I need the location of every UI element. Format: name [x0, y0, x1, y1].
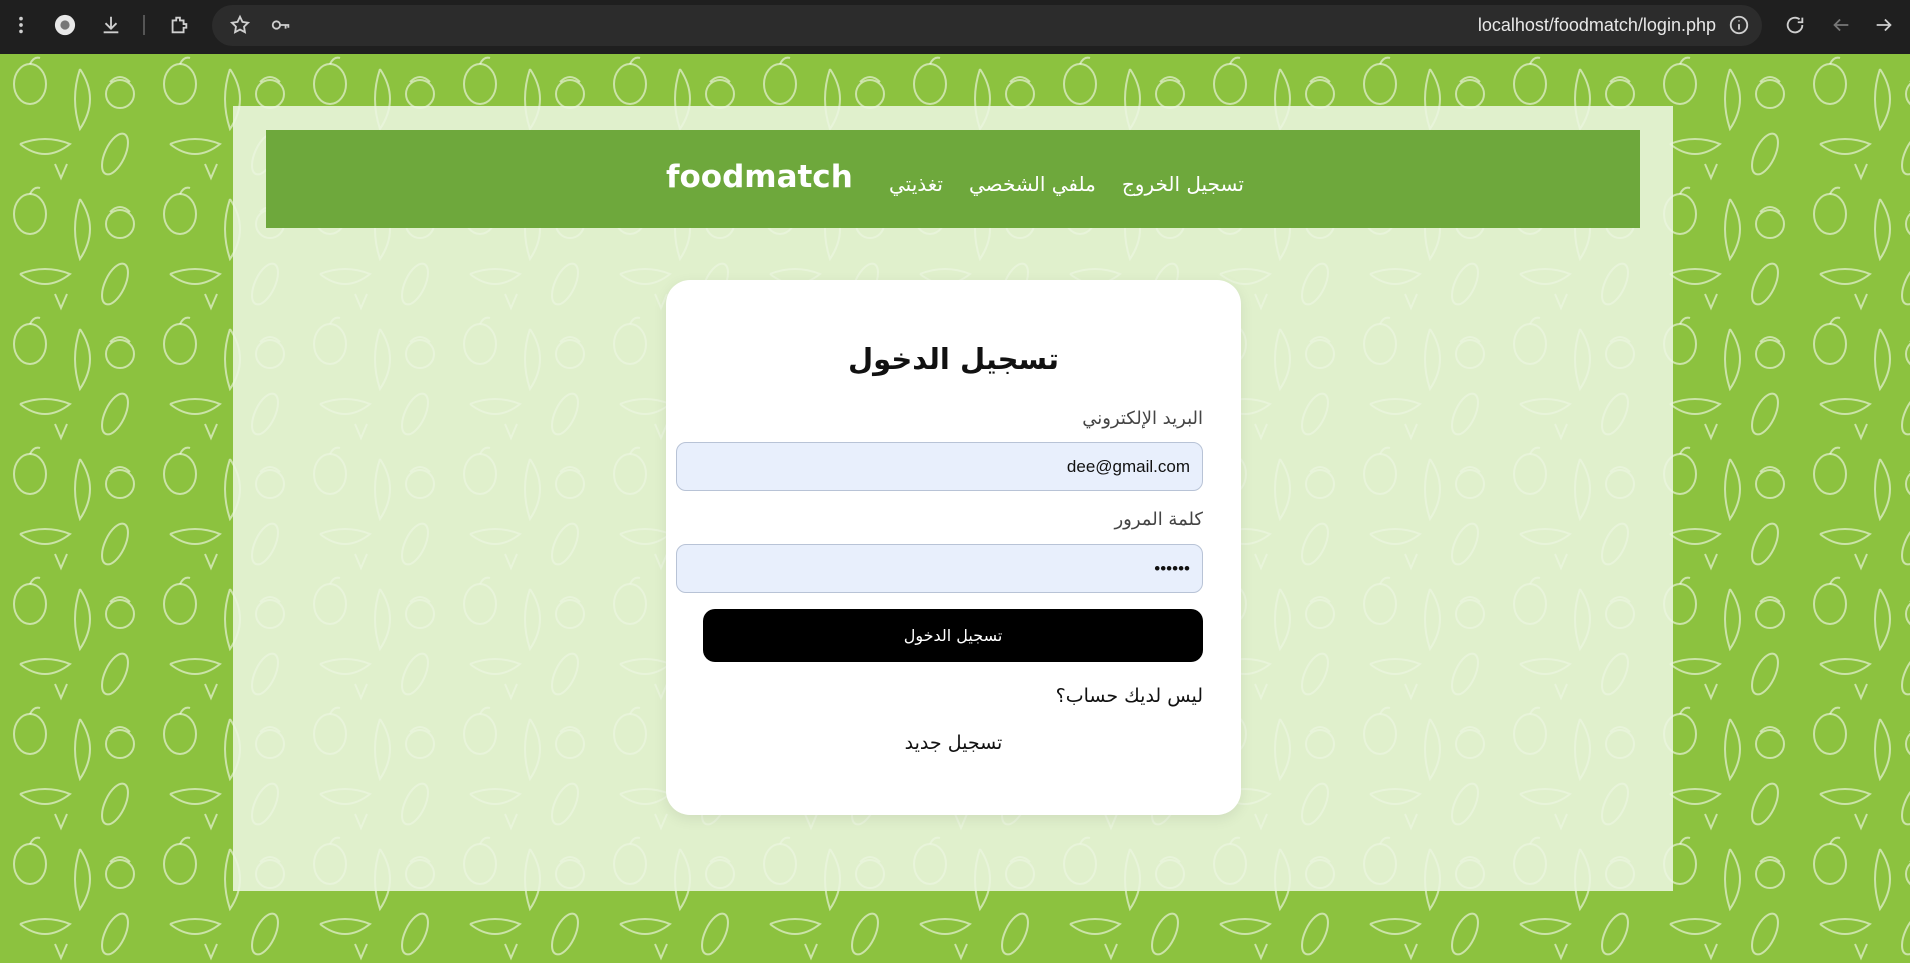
url-text[interactable]: localhost/foodmatch/login.php	[1478, 15, 1716, 36]
address-bar[interactable]: localhost/foodmatch/login.php	[212, 5, 1762, 46]
reload-icon[interactable]	[1782, 12, 1808, 38]
password-field[interactable]	[676, 544, 1203, 593]
star-icon[interactable]	[227, 12, 253, 38]
register-link[interactable]: تسجيل جديد	[666, 732, 1241, 754]
nav-logout-link[interactable]: تسجيل الخروج	[1122, 172, 1244, 196]
profile-icon[interactable]	[52, 12, 78, 38]
nav-links: تسجيل الخروج ملفي الشخصي تغذيتي	[889, 172, 1244, 196]
login-title: تسجيل الدخول	[848, 342, 1059, 376]
browser-toolbar: localhost/foodmatch/login.php	[0, 0, 1910, 54]
login-card: تسجيل الدخول البريد الإلكتروني كلمة المر…	[666, 280, 1241, 815]
key-icon[interactable]	[268, 12, 294, 38]
download-icon[interactable]	[98, 12, 124, 38]
navbar: foodmatch تسجيل الخروج ملفي الشخصي تغذيت…	[266, 130, 1640, 228]
email-label: البريد الإلكتروني	[1082, 408, 1203, 429]
menu-dots-icon[interactable]	[8, 12, 34, 38]
info-icon[interactable]	[1726, 12, 1752, 38]
nav-profile-link[interactable]: ملفي الشخصي	[969, 172, 1096, 196]
no-account-text: ليس لديك حساب؟	[1055, 685, 1203, 707]
back-icon[interactable]	[1828, 12, 1854, 38]
toolbar-separator	[143, 15, 145, 35]
forward-icon[interactable]	[1871, 12, 1897, 38]
nav-nutrition-link[interactable]: تغذيتي	[889, 172, 943, 196]
extensions-icon[interactable]	[166, 12, 192, 38]
password-label: كلمة المرور	[1114, 509, 1203, 530]
login-button[interactable]: تسجيل الدخول	[703, 609, 1203, 662]
brand-logo[interactable]: foodmatch	[666, 159, 853, 195]
email-field[interactable]	[676, 442, 1203, 491]
